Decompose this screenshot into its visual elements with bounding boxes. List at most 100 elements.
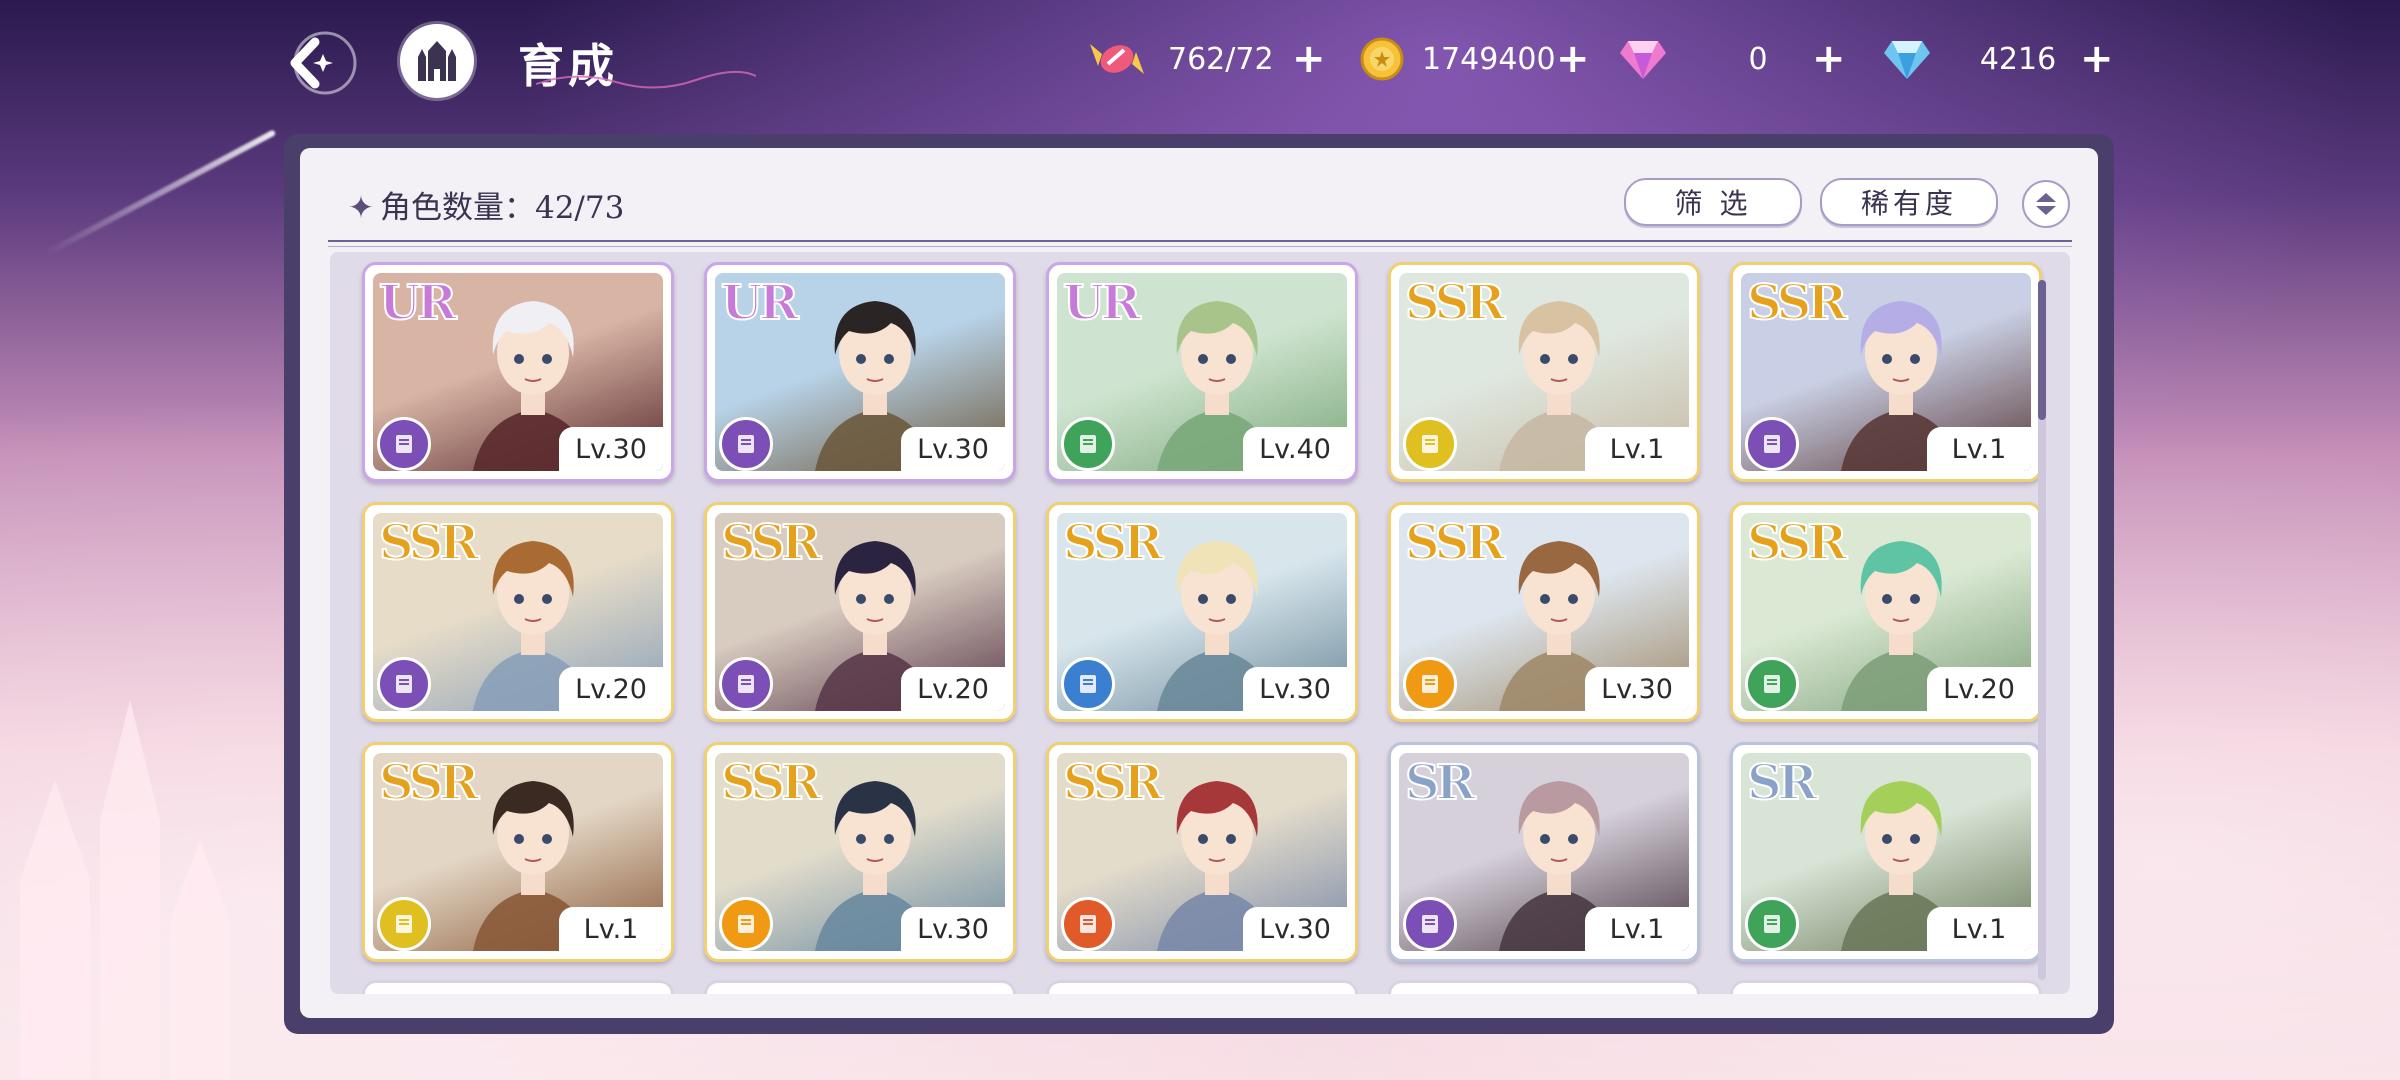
- level-label: Lv.30: [1243, 667, 1347, 711]
- class-icon: [719, 897, 773, 951]
- character-portrait: SSR Lv.1: [1399, 273, 1689, 471]
- character-card[interactable]: SSR Lv.20: [1730, 502, 2042, 722]
- character-card-partial[interactable]: [1046, 980, 1358, 994]
- add-candy-button[interactable]: +: [1292, 39, 1326, 79]
- character-card[interactable]: SSR Lv.1: [1388, 262, 1700, 482]
- character-portrait: SSR Lv.30: [1399, 513, 1689, 711]
- add-diamond-button[interactable]: +: [2080, 39, 2114, 79]
- level-label: Lv.1: [1927, 427, 2031, 471]
- character-card[interactable]: SSR Lv.30: [1046, 742, 1358, 962]
- rarity-badge: UR: [1062, 274, 1142, 332]
- top-bar: 育成 762/72 + 1749400 + 0 + 4216 +: [0, 0, 2400, 120]
- character-panel: ✦ 角色数量：42/73 筛 选 稀有度 UR Lv.30 UR Lv.30 UR Lv.4…: [284, 134, 2114, 1034]
- level-label: Lv.40: [1243, 427, 1347, 471]
- character-card[interactable]: SSR Lv.1: [362, 742, 674, 962]
- character-card[interactable]: SSR Lv.1: [1730, 262, 2042, 482]
- candy-value: 762/72: [1168, 41, 1274, 77]
- grid-scrollbar[interactable]: [2038, 280, 2046, 980]
- character-card-partial[interactable]: [1730, 980, 2042, 994]
- level-label: Lv.30: [1243, 907, 1347, 951]
- add-gold-button[interactable]: +: [1556, 39, 1590, 79]
- character-card-partial[interactable]: [1388, 980, 1700, 994]
- character-portrait: SSR Lv.30: [715, 753, 1005, 951]
- class-icon: [377, 897, 431, 951]
- character-count-text: 角色数量：42/73: [379, 190, 625, 226]
- character-panel-inner: ✦ 角色数量：42/73 筛 选 稀有度 UR Lv.30 UR Lv.30 UR Lv.4…: [300, 148, 2098, 1018]
- class-icon: [1745, 897, 1799, 951]
- character-card[interactable]: UR Lv.30: [362, 262, 674, 482]
- filter-button[interactable]: 筛 选: [1624, 178, 1802, 226]
- character-card[interactable]: UR Lv.40: [1046, 262, 1358, 482]
- character-card[interactable]: SSR Lv.30: [704, 742, 1016, 962]
- class-icon: [1061, 897, 1115, 951]
- resource-candy: 762/72 +: [1088, 30, 1338, 88]
- title-underline-decoration: [536, 70, 756, 89]
- character-portrait: SSR Lv.20: [1741, 513, 2031, 711]
- character-card[interactable]: SR Lv.1: [1730, 742, 2042, 962]
- class-icon: [1745, 417, 1799, 471]
- rarity-badge: SSR: [378, 514, 480, 572]
- character-grid[interactable]: UR Lv.30 UR Lv.30 UR Lv.40 SSR Lv.1 SSR Lv.1 SSR Lv…: [330, 252, 2070, 994]
- character-portrait: SR Lv.1: [1399, 753, 1689, 951]
- back-button[interactable]: [278, 28, 364, 98]
- character-portrait: SSR Lv.30: [1057, 753, 1347, 951]
- class-icon: [719, 417, 773, 471]
- rarity-badge: SSR: [378, 754, 480, 812]
- gold-value: 1749400: [1422, 41, 1556, 77]
- character-portrait: SR Lv.1: [1741, 753, 2031, 951]
- character-portrait: SSR Lv.1: [373, 753, 663, 951]
- rarity-badge: SSR: [1404, 514, 1506, 572]
- character-portrait: SSR Lv.1: [1741, 273, 2031, 471]
- character-portrait: UR Lv.40: [1057, 273, 1347, 471]
- level-label: Lv.20: [559, 667, 663, 711]
- level-label: Lv.1: [1585, 427, 1689, 471]
- class-icon: [377, 417, 431, 471]
- character-portrait: SSR Lv.30: [1057, 513, 1347, 711]
- sort-order-toggle[interactable]: [2022, 180, 2070, 228]
- rarity-badge: SSR: [720, 754, 822, 812]
- level-label: Lv.30: [901, 907, 1005, 951]
- rarity-badge: UR: [378, 274, 458, 332]
- level-label: Lv.1: [1585, 907, 1689, 951]
- back-arrow-icon: [290, 31, 357, 95]
- rarity-badge: SSR: [1746, 514, 1848, 572]
- resource-diamond: 4216 +: [1882, 30, 2132, 88]
- character-card[interactable]: SR Lv.1: [1388, 742, 1700, 962]
- character-card[interactable]: SSR Lv.30: [1388, 502, 1700, 722]
- diamond-value: 4216: [1979, 41, 2057, 77]
- level-label: Lv.1: [559, 907, 663, 951]
- level-label: Lv.20: [901, 667, 1005, 711]
- character-card-partial[interactable]: [362, 980, 674, 994]
- add-pink-gem-button[interactable]: +: [1812, 39, 1846, 79]
- level-label: Lv.30: [559, 427, 663, 471]
- rarity-badge: SSR: [1404, 274, 1506, 332]
- rarity-badge: UR: [720, 274, 800, 332]
- level-label: Lv.1: [1927, 907, 2031, 951]
- grid-scrollbar-thumb[interactable]: [2038, 280, 2046, 420]
- character-card[interactable]: UR Lv.30: [704, 262, 1016, 482]
- rarity-badge: SR: [1746, 754, 1819, 812]
- class-icon: [1745, 657, 1799, 711]
- castle-home-icon: [418, 41, 456, 81]
- blue-diamond-icon: [1884, 41, 1930, 79]
- class-icon: [1403, 657, 1457, 711]
- header-divider: [328, 240, 2072, 247]
- character-card-partial[interactable]: [704, 980, 1016, 994]
- character-card[interactable]: SSR Lv.20: [362, 502, 674, 722]
- resource-gold: 1749400 +: [1360, 30, 1610, 88]
- class-icon: [377, 657, 431, 711]
- home-button[interactable]: [400, 24, 474, 98]
- class-icon: [719, 657, 773, 711]
- sort-rarity-button[interactable]: 稀有度: [1820, 178, 1998, 226]
- character-card[interactable]: SSR Lv.20: [704, 502, 1016, 722]
- gold-coin-icon: [1360, 37, 1404, 81]
- rarity-badge: SSR: [1746, 274, 1848, 332]
- rarity-badge: SSR: [1062, 514, 1164, 572]
- character-portrait: SSR Lv.20: [373, 513, 663, 711]
- rarity-badge: SSR: [720, 514, 822, 572]
- class-icon: [1061, 417, 1115, 471]
- level-label: Lv.30: [1585, 667, 1689, 711]
- character-card[interactable]: SSR Lv.30: [1046, 502, 1358, 722]
- class-icon: [1403, 417, 1457, 471]
- character-portrait: UR Lv.30: [373, 273, 663, 471]
